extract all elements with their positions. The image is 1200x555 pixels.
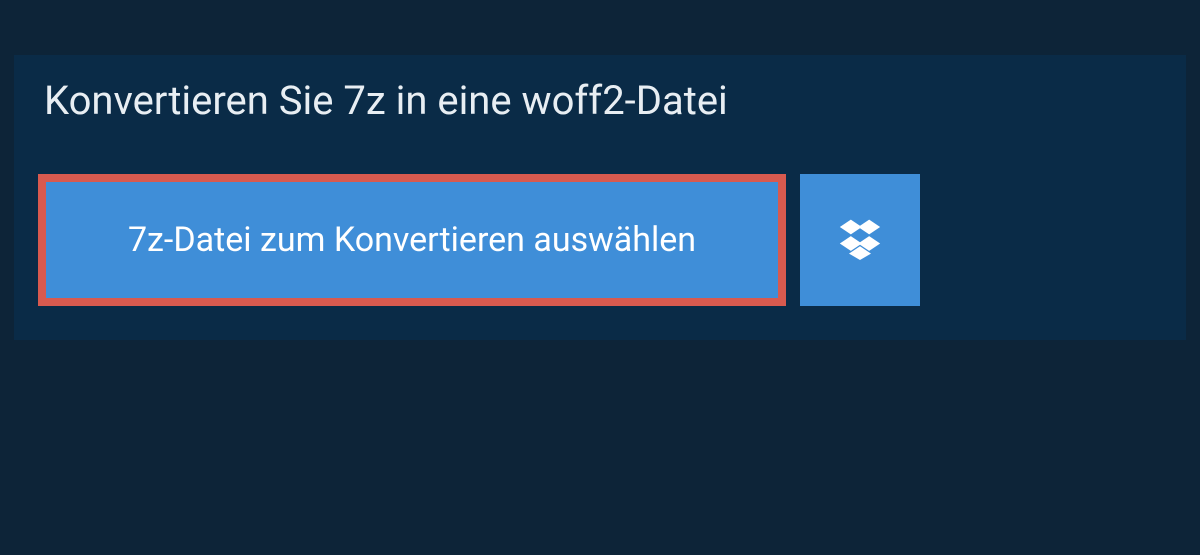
page-title: Konvertieren Sie 7z in eine woff2-Datei: [14, 55, 1186, 150]
dropbox-button[interactable]: [800, 174, 920, 306]
select-file-label: 7z-Datei zum Konvertieren auswählen: [128, 220, 696, 260]
select-file-button[interactable]: 7z-Datei zum Konvertieren auswählen: [38, 174, 786, 306]
converter-panel: Konvertieren Sie 7z in eine woff2-Datei …: [14, 55, 1186, 340]
button-row: 7z-Datei zum Konvertieren auswählen: [14, 150, 1186, 340]
dropbox-icon: [838, 216, 882, 264]
